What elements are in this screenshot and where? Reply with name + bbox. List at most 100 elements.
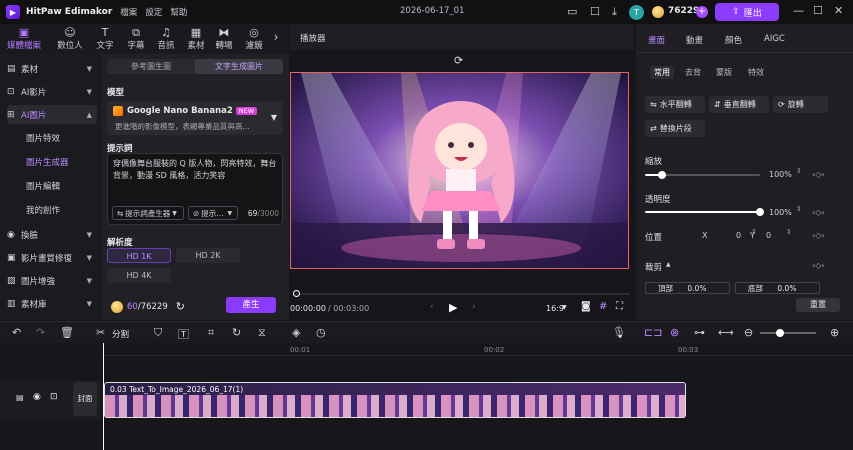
play-icon[interactable]: ▶ — [449, 301, 457, 314]
rotate-button[interactable]: ⟳ 旋轉 — [773, 96, 828, 113]
sidebar-item-materials[interactable]: ▤ 素材 ▼ — [7, 59, 97, 78]
redo-icon[interactable]: ↷ — [36, 326, 45, 339]
generate-button[interactable]: 產生 — [226, 297, 276, 313]
opacity-slider-knob[interactable] — [756, 208, 764, 216]
sub-item-image-effects[interactable]: 圖片特效 — [26, 132, 60, 144]
crop-top-field[interactable]: 頂部 0.0% — [645, 282, 730, 294]
mirror-icon[interactable]: ⧖ — [258, 326, 266, 340]
tab-media[interactable]: ▣ 媒體檔案 — [4, 26, 44, 51]
cover-button[interactable]: 封面 — [73, 382, 97, 416]
subtab-mask[interactable]: 蒙版 — [712, 66, 736, 79]
track-layer-icon[interactable]: ▤ — [16, 393, 24, 402]
grid-icon[interactable]: # — [599, 301, 607, 312]
sidebar-item-video-enhance[interactable]: ▣ 影片畫質修復 ▼ — [7, 248, 97, 267]
keyframe-icon[interactable]: ‹◇› — [812, 261, 825, 270]
undo-icon[interactable]: ↶ — [12, 326, 21, 339]
scale-value[interactable]: 100% — [769, 170, 792, 179]
subtab-remove-bg[interactable]: 去背 — [681, 66, 705, 79]
flip-vertical-button[interactable]: ⇵ 垂直翻轉 — [709, 96, 769, 113]
menu-file[interactable]: 檔案 — [120, 6, 137, 18]
stepper-icon[interactable]: ⇕ — [786, 228, 792, 236]
tab-text[interactable]: T 文字 — [89, 26, 121, 51]
add-coins-button[interactable]: + — [696, 6, 708, 18]
replace-clip-button[interactable]: ⇄ 替換片段 — [645, 120, 705, 137]
scissors-icon[interactable]: ✂ — [96, 326, 105, 339]
screen-icon[interactable]: ▭ — [567, 5, 577, 18]
tab-picture[interactable]: 畫面 — [648, 34, 665, 46]
delete-icon[interactable]: 🗑 — [60, 326, 74, 339]
keyframe-icon[interactable]: ‹◇› — [812, 208, 825, 217]
text-tool-icon[interactable]: 🅃 — [178, 326, 189, 342]
pos-y-input[interactable]: 0 — [766, 231, 771, 240]
split-label[interactable]: 分割 — [112, 328, 129, 340]
subtab-common[interactable]: 常用 — [650, 66, 674, 79]
snap-icon[interactable]: ⊏⊐ — [644, 326, 662, 339]
prompt-template-button[interactable]: ⊘ 提示... ▼ — [188, 206, 238, 220]
fullscreen-icon[interactable]: ⛶ — [616, 301, 623, 312]
tab-subtitle[interactable]: ⧉ 字幕 — [120, 26, 152, 51]
tab-aigc[interactable]: AIGC — [764, 34, 785, 44]
timeline-clip[interactable]: 0.03 Text_To_Image_2026_06_17(1) — [104, 382, 686, 418]
prev-frame-icon[interactable]: ‹ — [430, 302, 434, 312]
stepper-icon[interactable]: ⇕ — [796, 167, 802, 175]
sidebar-item-image-enhance[interactable]: ▨ 圖片增強 ▼ — [7, 271, 97, 290]
stepper-icon[interactable]: ⇕ — [796, 205, 802, 213]
eye-icon[interactable]: ◉ — [33, 392, 41, 402]
mode-text-to-image[interactable]: 文字生成圖片 — [195, 59, 283, 74]
prompt-input[interactable]: 穿偶像舞台服裝的 Q 版人物，閃亮特效，舞台背景，動漫 SD 風格，活力笑容 ⇆… — [107, 153, 283, 225]
tabs-next-icon[interactable]: › — [268, 30, 284, 44]
rotate-tool-icon[interactable]: ↻ — [232, 326, 241, 339]
sub-item-image-edit[interactable]: 圖片編輯 — [26, 180, 60, 192]
microphone-icon[interactable]: 🎙 — [612, 326, 626, 339]
crop-bottom-field[interactable]: 底部 0.0% — [735, 282, 820, 294]
sub-item-my-creations[interactable]: 我的創作 — [26, 204, 60, 216]
keyframe-icon[interactable]: ‹◇› — [812, 231, 825, 240]
tab-filter[interactable]: ◎ 濾鏡 — [238, 26, 270, 51]
zoom-slider[interactable] — [760, 332, 816, 334]
chevron-up-icon[interactable]: ▲ — [666, 261, 671, 268]
opacity-value[interactable]: 100% — [769, 208, 792, 217]
prompt-generator-button[interactable]: ⇆ 提示詞產生器 ▼ — [112, 206, 184, 220]
zoom-slider-knob[interactable] — [776, 329, 784, 337]
close-icon[interactable]: ✕ — [834, 4, 843, 17]
maximize-icon[interactable]: ☐ — [813, 4, 823, 17]
lock-icon[interactable]: ⊡ — [50, 392, 58, 402]
tab-digital-human[interactable]: ☺ 數位人 — [54, 26, 86, 51]
model-selector[interactable]: Google Nano Banana2 NEW 更進階的影像模型，表顯專業品質與… — [107, 101, 283, 135]
sub-item-image-generator[interactable]: 圖片生成器 — [26, 156, 69, 168]
pos-x-input[interactable]: 0 — [736, 231, 741, 240]
speed-icon[interactable]: ◷ — [316, 326, 326, 339]
link-icon[interactable]: ⊗ — [670, 326, 679, 339]
mode-image-to-image[interactable]: 參考圖生圖 — [107, 59, 195, 74]
reset-button[interactable]: 重置 — [796, 298, 840, 312]
scale-slider-knob[interactable] — [658, 171, 667, 179]
tab-animation[interactable]: 動畫 — [686, 34, 703, 46]
zoom-in-icon[interactable]: ⊕ — [830, 326, 839, 339]
tab-color[interactable]: 顏色 — [725, 34, 742, 46]
rotate-handle-icon[interactable]: ⟳ — [454, 54, 463, 67]
export-button[interactable]: ⇪ 匯出 — [715, 3, 779, 21]
split-track-icon[interactable]: ⊶ — [694, 326, 705, 339]
camera-icon[interactable]: ◙ — [581, 301, 591, 312]
crop-icon[interactable]: ⌗ — [208, 326, 214, 340]
menu-help[interactable]: 幫助 — [170, 6, 187, 18]
playback-progress[interactable] — [296, 293, 630, 295]
fit-icon[interactable]: ⟷ — [718, 326, 734, 339]
avatar[interactable]: T — [629, 5, 644, 20]
sidebar-item-library[interactable]: ▥ 素材庫 ▼ — [7, 294, 97, 313]
subtab-effects[interactable]: 特效 — [744, 66, 768, 79]
flip-horizontal-button[interactable]: ⇋ 水平翻轉 — [645, 96, 705, 113]
time-ruler[interactable] — [101, 343, 853, 356]
minimize-icon[interactable]: — — [793, 4, 804, 17]
res-option-4k[interactable]: HD 4K — [107, 268, 171, 283]
keyframe-icon[interactable]: ‹◇› — [812, 170, 825, 179]
shield-icon[interactable]: ⛉ — [154, 326, 162, 340]
face-detect-icon[interactable]: ◈ — [292, 326, 300, 339]
res-option-2k[interactable]: HD 2K — [176, 248, 240, 263]
sidebar-item-ai-image[interactable]: ⊞ AI圖片 ▲ — [7, 105, 97, 124]
zoom-out-icon[interactable]: ⊖ — [744, 326, 753, 339]
tab-transition[interactable]: ⧓ 轉場 — [208, 26, 240, 51]
next-frame-icon[interactable]: › — [472, 302, 476, 312]
opacity-slider[interactable] — [645, 211, 760, 213]
tab-audio[interactable]: ♫ 音訊 — [150, 26, 182, 51]
